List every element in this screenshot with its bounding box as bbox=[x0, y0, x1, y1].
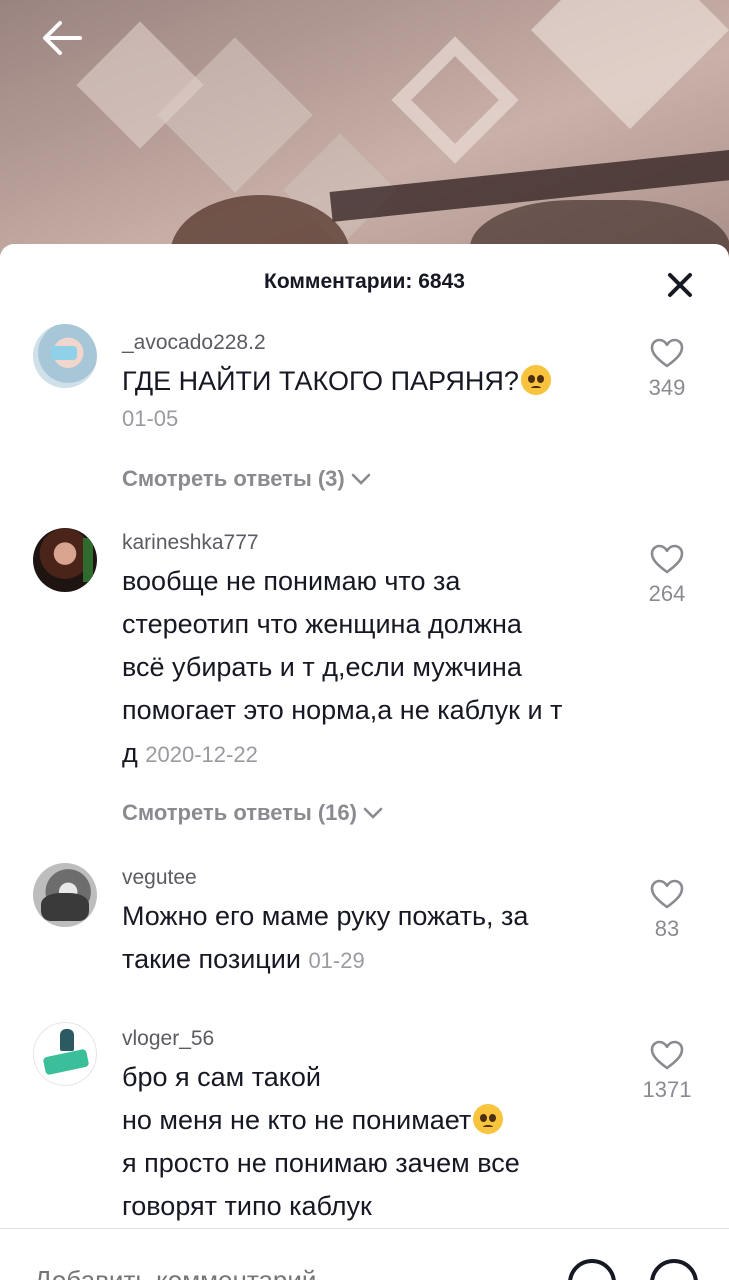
pleading-face-emoji-icon bbox=[520, 365, 551, 395]
heart-icon bbox=[650, 544, 684, 574]
comment-text-content: ГДЕ НАЙТИ ТАКОГО ПАРЯНЯ? bbox=[122, 366, 519, 396]
view-replies-button[interactable]: Смотреть ответы (16) bbox=[122, 800, 383, 826]
view-replies-label: Смотреть ответы (3) bbox=[122, 466, 345, 491]
comment-line: но меня не кто не понимает bbox=[122, 1105, 472, 1135]
heart-icon bbox=[650, 879, 684, 909]
view-replies-button[interactable]: Смотреть ответы (3) bbox=[122, 466, 371, 492]
comment-text: Можно его маме руку пожать, за такие поз… bbox=[122, 895, 642, 982]
comments-sheet: Комментарии: 6843 _avocado228.2 ГДЕ НАЙТ… bbox=[0, 244, 729, 1280]
comment-line: вообще не понимаю что за bbox=[122, 566, 461, 596]
chevron-down-icon bbox=[363, 807, 383, 819]
comment-input-bar bbox=[0, 1228, 729, 1280]
avatar[interactable] bbox=[33, 863, 97, 927]
comment-date: 01-29 bbox=[308, 948, 365, 973]
comment-input[interactable] bbox=[34, 1265, 434, 1280]
comment-line: Можно его маме руку пожать, за bbox=[122, 901, 529, 931]
heart-icon bbox=[650, 338, 684, 368]
like-button[interactable]: 264 bbox=[635, 544, 699, 607]
avatar[interactable] bbox=[33, 1022, 97, 1086]
view-replies-label: Смотреть ответы (16) bbox=[122, 800, 357, 825]
back-arrow-icon bbox=[43, 21, 82, 55]
at-icon[interactable] bbox=[568, 1259, 616, 1280]
comment-line: помогает это норма,а не каблук и т bbox=[122, 695, 563, 725]
comment-date: 01-05 bbox=[122, 406, 179, 431]
close-button[interactable] bbox=[665, 270, 695, 300]
comment-username[interactable]: _avocado228.2 bbox=[122, 330, 642, 356]
comments-header: Комментарии: 6843 bbox=[0, 244, 729, 324]
chevron-down-icon bbox=[351, 473, 371, 485]
comment-username[interactable]: vegutee bbox=[122, 865, 642, 891]
pleading-face-emoji-icon bbox=[473, 1104, 504, 1134]
comment-body: vloger_56 бро я сам такой но меня не кто… bbox=[122, 1026, 642, 1228]
comment-text: вообще не понимаю что за стереотип что ж… bbox=[122, 560, 642, 776]
comments-title: Комментарии: 6843 bbox=[264, 270, 465, 293]
video-background bbox=[0, 0, 729, 260]
comment-username[interactable]: karineshka777 bbox=[122, 530, 642, 556]
back-button[interactable] bbox=[40, 18, 84, 58]
avatar[interactable] bbox=[33, 528, 97, 592]
comment-line: бро я сам такой bbox=[122, 1062, 321, 1092]
comment-line: говорят типо каблук bbox=[122, 1191, 372, 1221]
comment-date: 2020-12-22 bbox=[145, 742, 258, 767]
comment-line: всё убирать и т д,если мужчина bbox=[122, 652, 522, 682]
like-button[interactable]: 83 bbox=[635, 879, 699, 942]
like-button[interactable]: 349 bbox=[635, 338, 699, 401]
like-count: 83 bbox=[654, 916, 680, 941]
heart-icon bbox=[650, 1040, 684, 1070]
close-icon bbox=[668, 273, 692, 297]
emoji-icon[interactable] bbox=[650, 1259, 698, 1280]
like-count: 264 bbox=[648, 581, 686, 606]
avatar[interactable] bbox=[33, 324, 97, 388]
like-count: 1371 bbox=[642, 1077, 692, 1102]
comment-body: _avocado228.2 ГДЕ НАЙТИ ТАКОГО ПАРЯНЯ? 0… bbox=[122, 330, 642, 435]
like-button[interactable]: 1371 bbox=[635, 1040, 699, 1103]
comment-line: такие позиции bbox=[122, 944, 301, 974]
comment-text: ГДЕ НАЙТИ ТАКОГО ПАРЯНЯ? bbox=[122, 360, 642, 403]
like-count: 349 bbox=[648, 375, 686, 400]
comment-username[interactable]: vloger_56 bbox=[122, 1026, 642, 1052]
comment-text: бро я сам такой но меня не кто не понима… bbox=[122, 1056, 642, 1228]
comment-body: karineshka777 вообще не понимаю что за с… bbox=[122, 530, 642, 776]
comment-body: vegutee Можно его маме руку пожать, за т… bbox=[122, 865, 642, 982]
comment-line: я просто не понимаю зачем все bbox=[122, 1148, 520, 1178]
comment-line: стереотип что женщина должна bbox=[122, 609, 522, 639]
comment-line: д bbox=[122, 738, 138, 768]
